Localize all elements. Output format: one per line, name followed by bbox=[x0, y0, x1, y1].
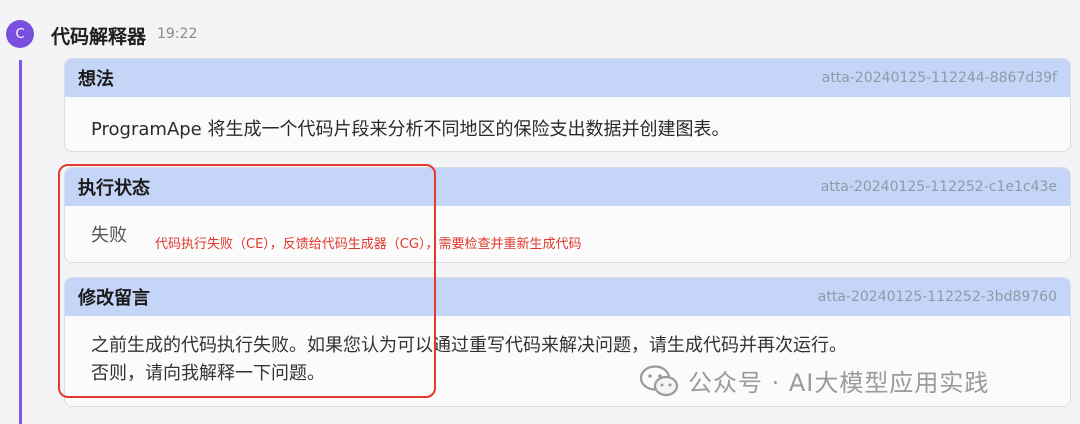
card-id: atta-20240125-112252-3bd89760 bbox=[817, 289, 1057, 305]
watermark: 公众号 · AI大模型应用实践 bbox=[640, 363, 989, 398]
avatar[interactable]: C bbox=[6, 20, 34, 48]
card-id: atta-20240125-112244-8867d39f bbox=[821, 70, 1057, 86]
card-body: ProgramApe 将生成一个代码片段来分析不同地区的保险支出数据并创建图表。 bbox=[91, 119, 730, 140]
card-header: 想法 atta-20240125-112244-8867d39f bbox=[65, 59, 1070, 97]
thread-line bbox=[19, 60, 22, 424]
annotation-box bbox=[58, 164, 436, 398]
thought-card: 想法 atta-20240125-112244-8867d39f Program… bbox=[64, 58, 1071, 152]
card-title: 想法 bbox=[78, 69, 114, 90]
card-id: atta-20240125-112252-c1e1c43e bbox=[820, 179, 1057, 195]
watermark-text: 公众号 · AI大模型应用实践 bbox=[688, 369, 990, 397]
message-time: 19:22 bbox=[157, 26, 198, 42]
wechat-icon bbox=[640, 364, 679, 396]
sender-name: 代码解释器 bbox=[51, 26, 147, 48]
